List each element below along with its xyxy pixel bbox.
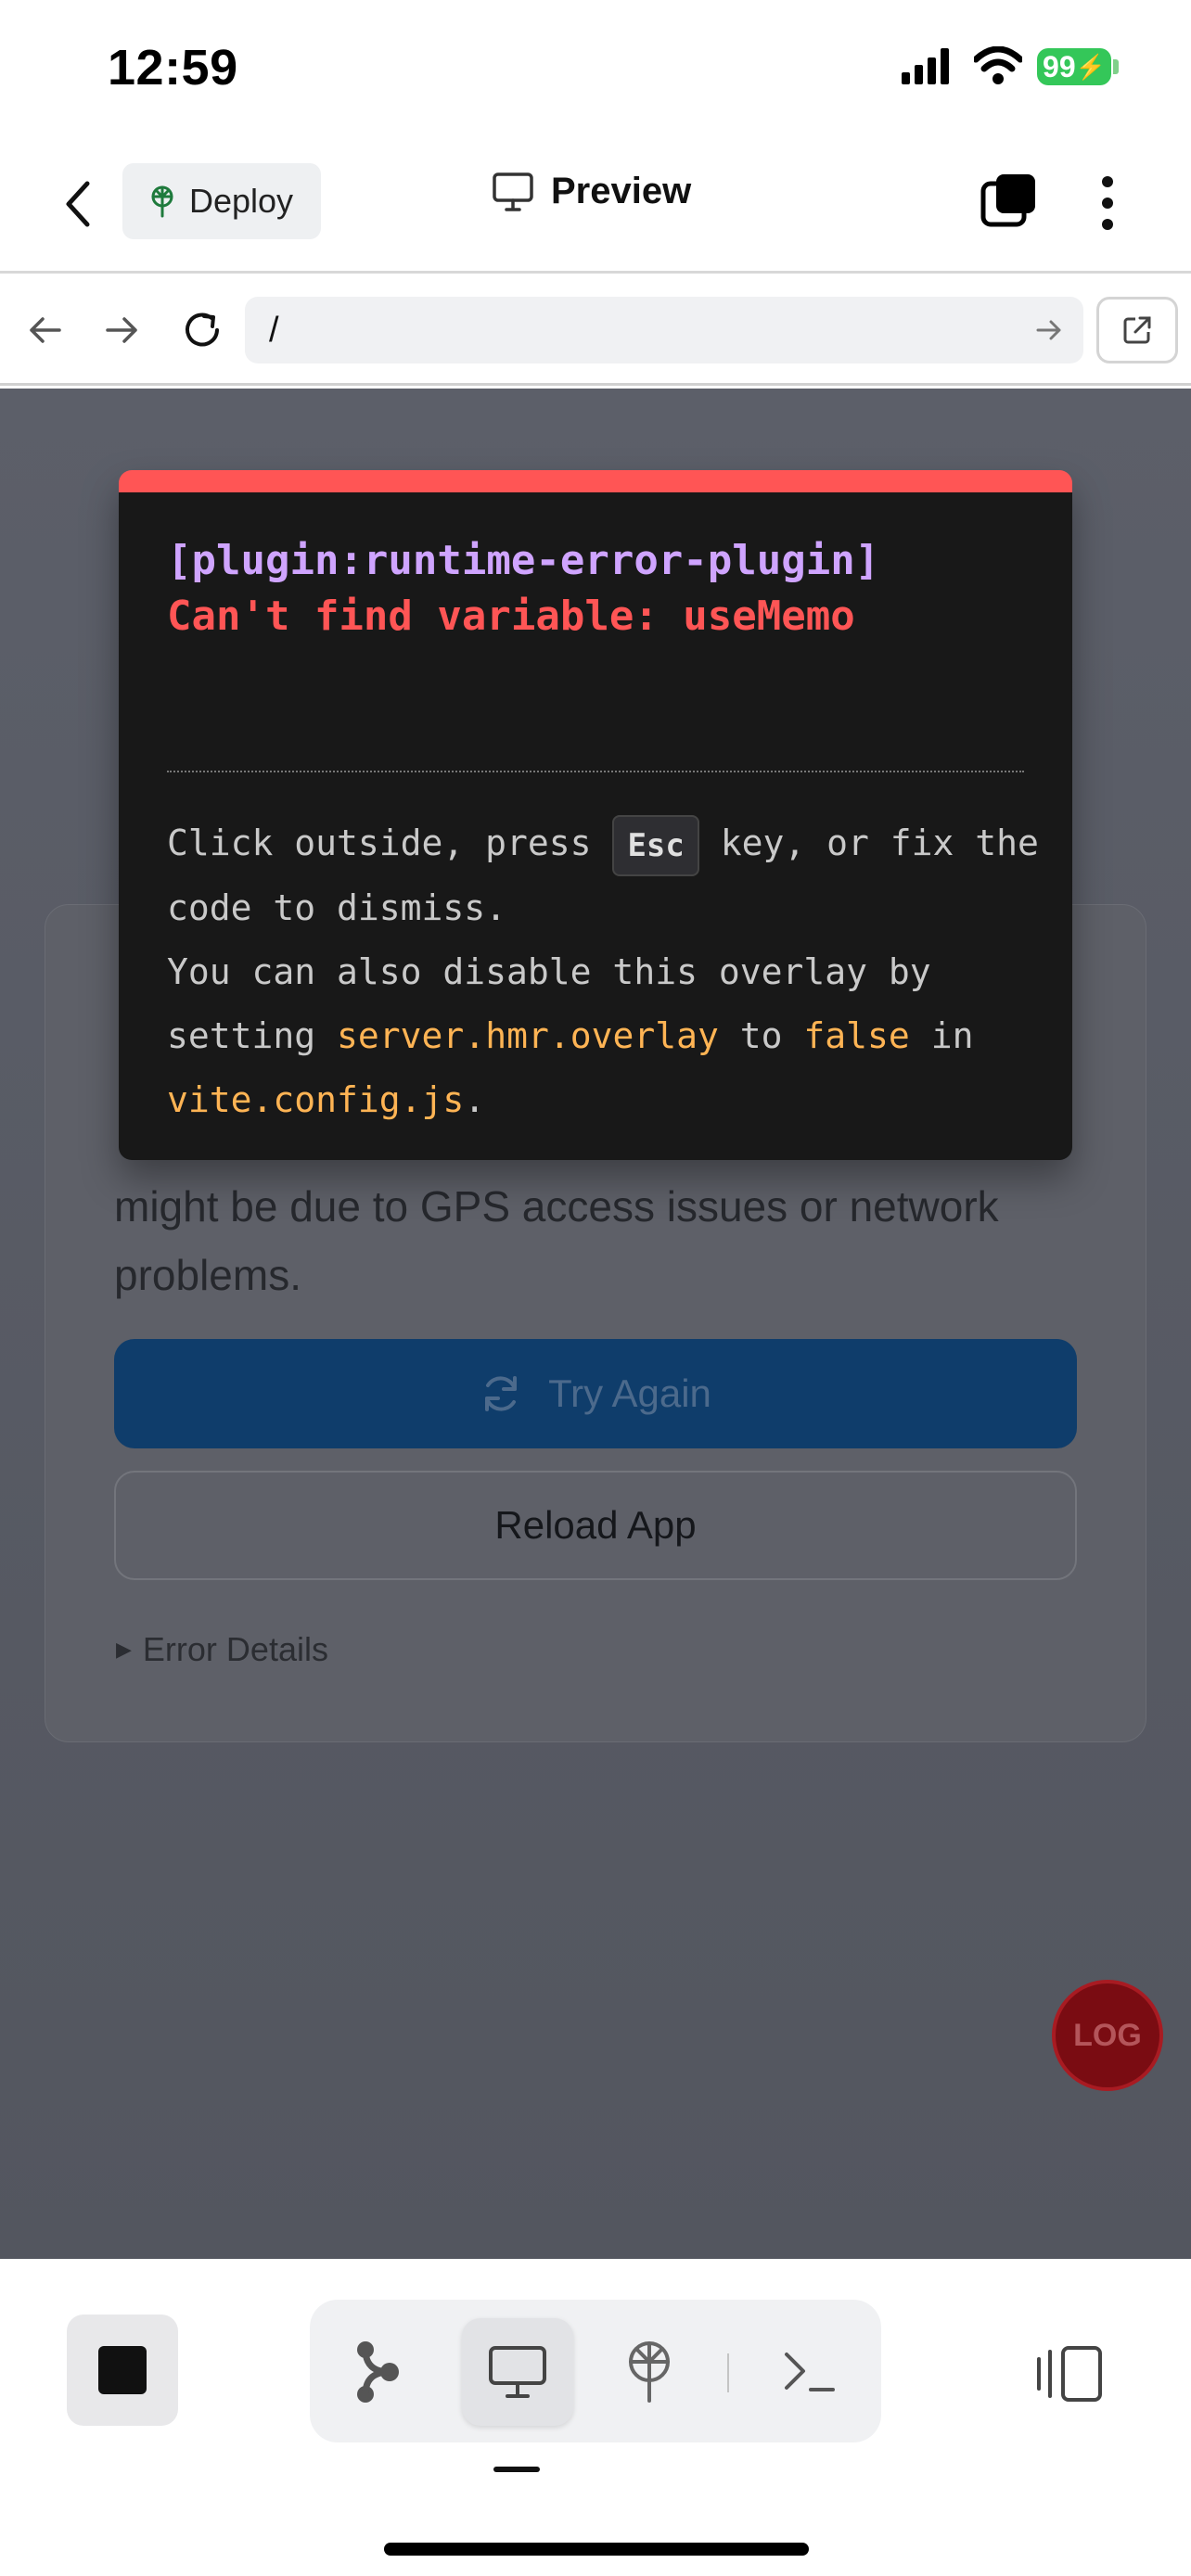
log-label: LOG xyxy=(1073,2017,1142,2053)
terminal-icon xyxy=(785,2353,835,2391)
wifi-icon xyxy=(974,46,1022,84)
battery-tip xyxy=(1113,59,1119,74)
tool-group xyxy=(310,2300,881,2442)
overlay-divider xyxy=(167,771,1024,772)
branch-icon xyxy=(357,2341,399,2403)
url-path: / xyxy=(269,310,279,350)
active-tab-indicator xyxy=(493,2467,540,2472)
error-details-label: Error Details xyxy=(142,1630,328,1668)
battery-level: 99 xyxy=(1043,49,1076,83)
reload-app-label: Reload App xyxy=(494,1503,697,1547)
app-header: Deploy Preview xyxy=(0,139,1191,274)
overlay-tip: Click outside, press Esc key, or fix the… xyxy=(167,811,1039,1132)
status-bar: 12:59 99 ⚡ xyxy=(0,0,1191,139)
tip-text-6: . xyxy=(464,1078,486,1120)
error-message: might be due to GPS access issues or net… xyxy=(114,1182,999,1299)
tabs-icon[interactable] xyxy=(980,171,1039,230)
nav-back-icon[interactable] xyxy=(26,313,63,347)
tip-code-setting: server.hmr.overlay xyxy=(337,1014,719,1056)
reload-app-button[interactable]: Reload App xyxy=(114,1471,1077,1580)
deploy-button[interactable]: Deploy xyxy=(122,163,321,239)
preview-label: Preview xyxy=(551,171,692,211)
go-icon[interactable] xyxy=(1035,317,1063,343)
tip-text-1: Click outside, press xyxy=(167,823,592,863)
deploy-tool-icon xyxy=(629,2341,670,2403)
open-external-icon xyxy=(1123,316,1151,344)
try-again-label: Try Again xyxy=(548,1371,711,1415)
tool-terminal[interactable] xyxy=(753,2318,864,2426)
tool-desktop[interactable] xyxy=(462,2318,573,2426)
error-message-title: Can't find variable: useMemo xyxy=(167,593,855,640)
back-icon[interactable] xyxy=(61,178,95,230)
reload-icon[interactable] xyxy=(180,308,224,352)
tip-code-file: vite.config.js xyxy=(167,1078,465,1120)
cellular-signal-icon xyxy=(902,48,949,84)
try-again-button[interactable]: Try Again xyxy=(114,1339,1077,1448)
refresh-icon xyxy=(485,1376,518,1411)
url-bar: / xyxy=(0,276,1191,386)
open-external-button[interactable] xyxy=(1096,297,1178,363)
nav-forward-icon[interactable] xyxy=(104,313,141,347)
home-indicator xyxy=(384,2543,809,2556)
battery-indicator: 99 ⚡ xyxy=(1037,48,1111,85)
error-plugin: [plugin:runtime-error-plugin] xyxy=(167,537,880,584)
log-button[interactable]: LOG xyxy=(1052,1980,1163,2091)
disclosure-triangle-icon: ▶ xyxy=(116,1638,132,1661)
bottom-toolbar xyxy=(0,2259,1191,2576)
esc-key: Esc xyxy=(612,814,699,876)
monitor-icon xyxy=(493,172,533,211)
deploy-label: Deploy xyxy=(189,182,294,220)
deploy-icon xyxy=(151,185,173,218)
clock: 12:59 xyxy=(108,40,238,96)
stop-button[interactable] xyxy=(67,2315,178,2426)
tip-text-5: in xyxy=(930,1014,974,1056)
desktop-icon xyxy=(489,2346,546,2398)
tool-branch[interactable] xyxy=(323,2318,434,2426)
split-view-icon[interactable] xyxy=(1035,2344,1104,2404)
preview-area: might be due to GPS access issues or net… xyxy=(0,389,1191,2259)
tool-separator xyxy=(727,2353,729,2392)
error-overlay[interactable]: [plugin:runtime-error-plugin] Can't find… xyxy=(119,470,1072,1160)
error-details-toggle[interactable]: ▶ Error Details xyxy=(116,1630,328,1669)
tip-text-4: to xyxy=(739,1014,783,1056)
tip-code-value: false xyxy=(803,1014,910,1056)
more-icon[interactable] xyxy=(1096,174,1119,232)
preview-title: Preview xyxy=(492,171,691,212)
url-input[interactable]: / xyxy=(245,297,1083,363)
stop-icon xyxy=(98,2346,147,2394)
tool-deploy[interactable] xyxy=(594,2318,705,2426)
